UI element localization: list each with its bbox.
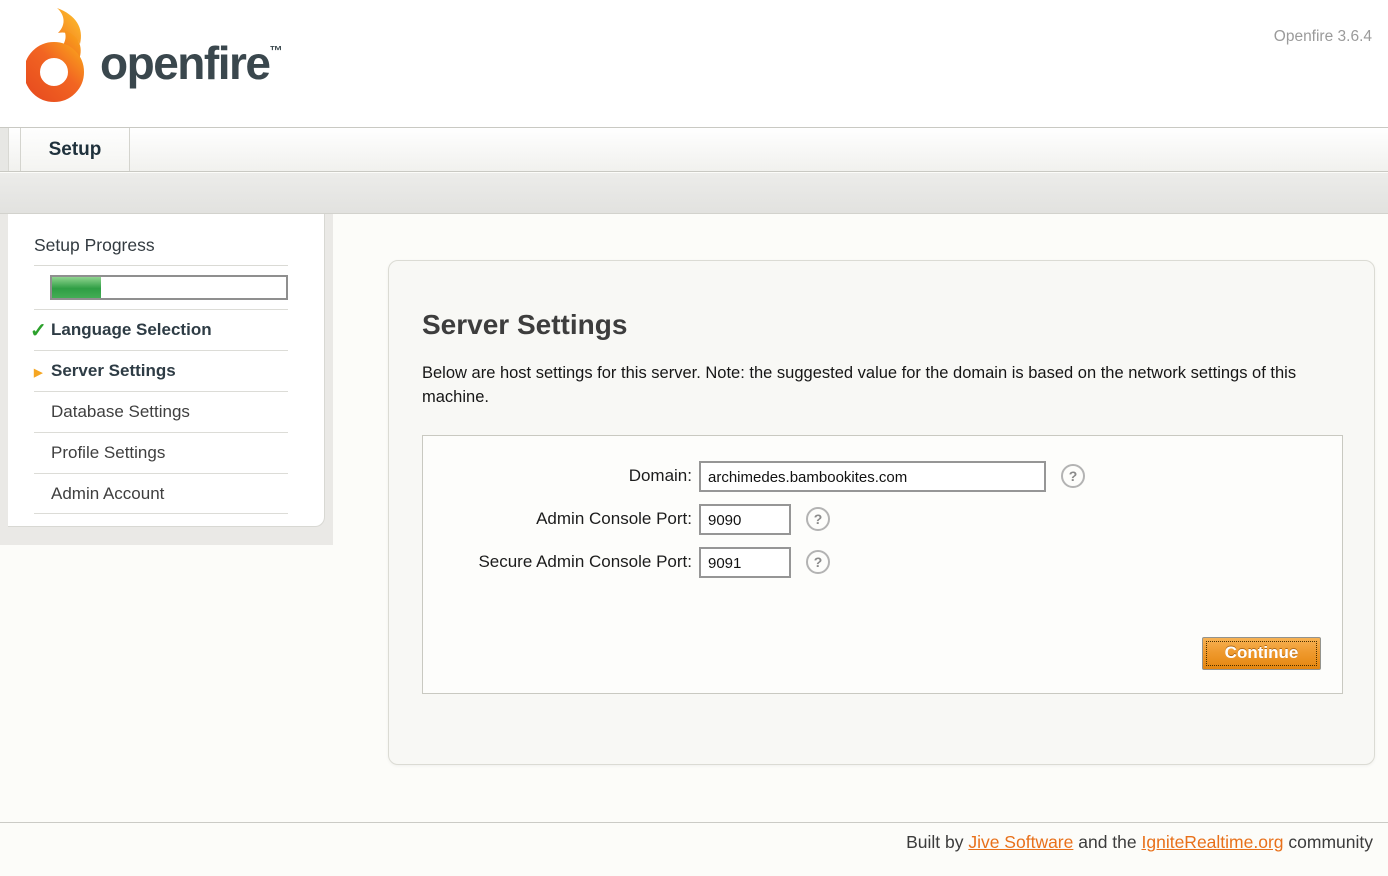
progress-bar [50,275,288,300]
help-icon[interactable]: ? [806,507,830,531]
setup-steps-list: ✓ Language Selection ▶ Server Settings D… [34,309,288,514]
step-admin-account: Admin Account [34,473,288,514]
sub-navigation-strip [0,173,1388,214]
setup-progress-title: Setup Progress [34,235,288,266]
secure-admin-console-port-label: Secure Admin Console Port: [423,552,699,572]
form-row-secure-admin-port: Secure Admin Console Port: ? [423,547,1342,578]
igniterealtime-link[interactable]: IgniteRealtime.org [1142,832,1284,852]
step-label: Database Settings [51,402,190,422]
step-label: Admin Account [51,484,164,504]
main-content-panel: Server Settings Below are host settings … [388,260,1375,765]
footer-middle: and the [1073,832,1141,852]
footer-suffix: community [1284,832,1373,852]
help-icon[interactable]: ? [806,550,830,574]
progress-fill [52,277,101,298]
step-language-selection: ✓ Language Selection [34,309,288,350]
setup-progress-sidebar: Setup Progress ✓ Language Selection ▶ Se… [8,214,325,527]
arrow-right-icon: ▶ [34,366,42,379]
help-icon[interactable]: ? [1061,464,1085,488]
footer-credits: Built by Jive Software and the IgniteRea… [906,832,1373,853]
secure-admin-console-port-input[interactable] [699,547,791,578]
step-label: Profile Settings [51,443,165,463]
tab-bar-left-edge [0,128,9,171]
check-icon: ✓ [30,318,47,343]
continue-button[interactable]: Continue [1202,637,1321,670]
footer-divider [0,822,1388,823]
step-server-settings: ▶ Server Settings [34,350,288,391]
openfire-flame-logo-icon [26,6,92,114]
step-database-settings: Database Settings [34,391,288,432]
domain-label: Domain: [423,466,699,486]
footer-prefix: Built by [906,832,968,852]
brand-wordmark: openfire™ [100,36,282,90]
jive-software-link[interactable]: Jive Software [968,832,1073,852]
page-title: Server Settings [422,309,1374,341]
form-row-admin-port: Admin Console Port: ? [423,504,1342,535]
server-settings-form: Domain: ? Admin Console Port: ? Secure A… [422,435,1343,694]
version-label: Openfire 3.6.4 [1274,28,1372,46]
form-row-domain: Domain: ? [423,461,1342,492]
admin-console-port-input[interactable] [699,504,791,535]
page-description: Below are host settings for this server.… [422,362,1307,410]
header: openfire™ Openfire 3.6.4 [0,0,1388,127]
step-label: Language Selection [51,320,212,340]
domain-input[interactable] [699,461,1046,492]
step-label: Server Settings [51,361,176,381]
admin-console-port-label: Admin Console Port: [423,509,699,529]
tab-setup[interactable]: Setup [20,128,130,171]
step-profile-settings: Profile Settings [34,432,288,473]
tab-bar: Setup [0,127,1388,172]
trademark: ™ [269,43,282,58]
